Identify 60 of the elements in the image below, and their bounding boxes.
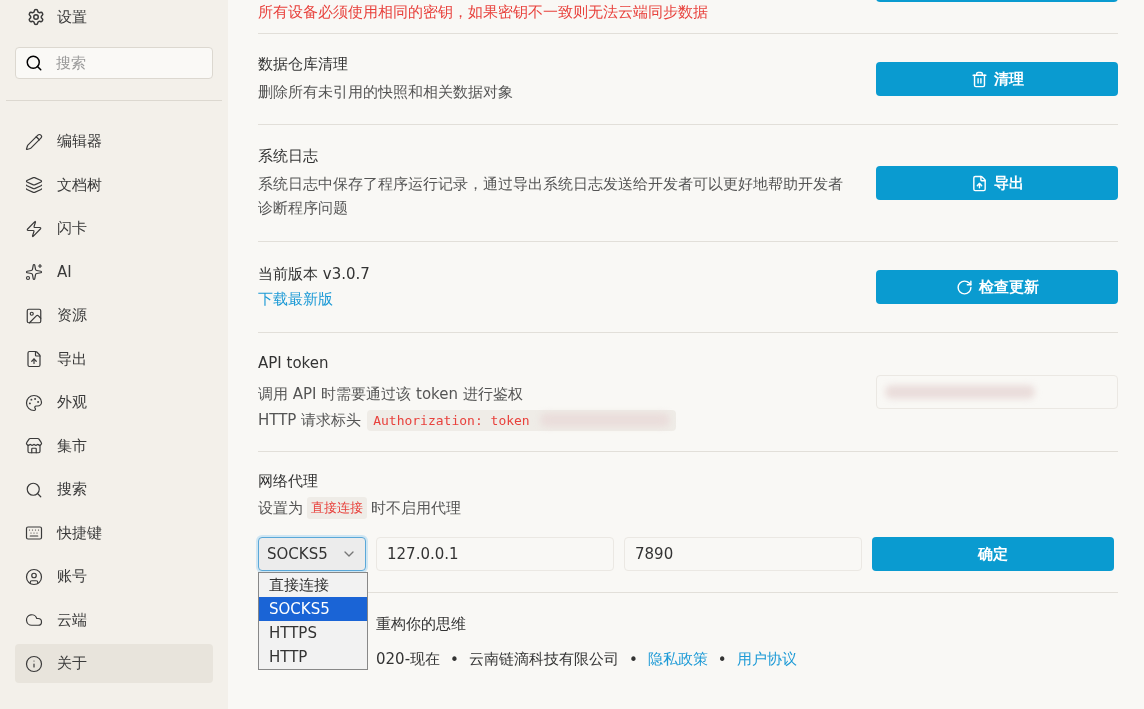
setting-title: 网络代理	[258, 472, 319, 491]
nav-icon	[25, 263, 43, 281]
hint-text: 设置为	[258, 498, 303, 518]
file-upload-icon	[970, 174, 988, 192]
nav-icon	[25, 611, 43, 629]
setting-description: 调用 API 时需要通过该 token 进行鉴权	[258, 383, 524, 404]
sidebar-item[interactable]: 文档树	[15, 165, 213, 205]
sidebar-item[interactable]: 导出	[15, 339, 213, 379]
hint-text: 时不启用代理	[371, 498, 461, 518]
sidebar-item[interactable]: 编辑器	[15, 122, 213, 161]
version-text: 当前版本 v3.0.7	[258, 265, 370, 284]
nav-icon	[25, 393, 43, 412]
sidebar-item[interactable]: 外观	[15, 383, 213, 422]
nav-icon	[25, 350, 43, 368]
dropdown-option[interactable]: 直接连接	[259, 573, 367, 597]
nav-icon	[25, 567, 43, 586]
setting-description: 删除所有未引用的快照和相关数据对象	[258, 81, 513, 103]
settings-icon	[27, 8, 45, 26]
nav-icon	[25, 219, 43, 238]
trash-icon	[970, 70, 988, 88]
sidebar-item[interactable]: 账号	[15, 557, 213, 596]
refresh-icon	[955, 278, 973, 296]
nav-icon	[25, 524, 43, 542]
setting-description: 系统日志中保存了程序运行记录，通过导出系统日志发送给开发者可以更好地帮助开发者诊断程序问题	[258, 173, 844, 219]
sidebar-item[interactable]: 云端	[15, 600, 213, 640]
setting-title: 数据仓库清理	[258, 54, 349, 74]
search-icon	[25, 54, 43, 72]
nav-icon	[25, 132, 43, 151]
nav-icon	[25, 480, 43, 499]
host-field[interactable]: 127.0.0.1	[376, 537, 614, 571]
setting-title: 系统日志	[258, 146, 319, 166]
nav-icon	[25, 306, 43, 325]
sidebar-item[interactable]: 快捷键	[15, 513, 213, 553]
sidebar-item[interactable]: 资源	[15, 296, 213, 335]
copyright-years: 020-现在	[376, 650, 441, 669]
token-field[interactable]	[876, 375, 1118, 409]
nav-icon	[25, 176, 43, 194]
slogan-text: 重构你的思维	[376, 615, 466, 634]
warning-text: 所有设备必须使用相同的密钥，如果密钥不一致则无法云端同步数据	[258, 3, 708, 22]
inline-code: 直接连接	[307, 497, 367, 519]
company-name: 云南链滴科技有限公司	[468, 650, 619, 669]
header-label: HTTP 请求标头	[258, 410, 362, 430]
search-field[interactable]: 搜索	[15, 47, 213, 79]
dropdown-option[interactable]: HTTP	[259, 645, 367, 669]
header-code: Authorization: token	[367, 409, 676, 431]
sidebar-item[interactable]: 闪卡	[15, 209, 213, 248]
dropdown-option[interactable]: SOCKS5	[259, 597, 367, 621]
port-field[interactable]: 7890	[624, 537, 862, 571]
sidebar-item[interactable]: 集市	[15, 426, 213, 466]
nav-icon	[25, 437, 43, 455]
sidebar-title: 设置	[57, 7, 87, 27]
setting-title: API token	[258, 353, 330, 372]
nav-icon	[25, 654, 43, 673]
dropdown-option[interactable]: HTTPS	[259, 621, 367, 645]
separator-dot: •	[628, 650, 638, 669]
sidebar-item[interactable]: AI	[15, 252, 213, 292]
sidebar-item[interactable]: 搜索	[15, 470, 213, 509]
separator-dot: •	[717, 650, 727, 669]
sidebar-item[interactable]: 关于	[15, 644, 213, 683]
separator-dot: •	[450, 650, 459, 669]
